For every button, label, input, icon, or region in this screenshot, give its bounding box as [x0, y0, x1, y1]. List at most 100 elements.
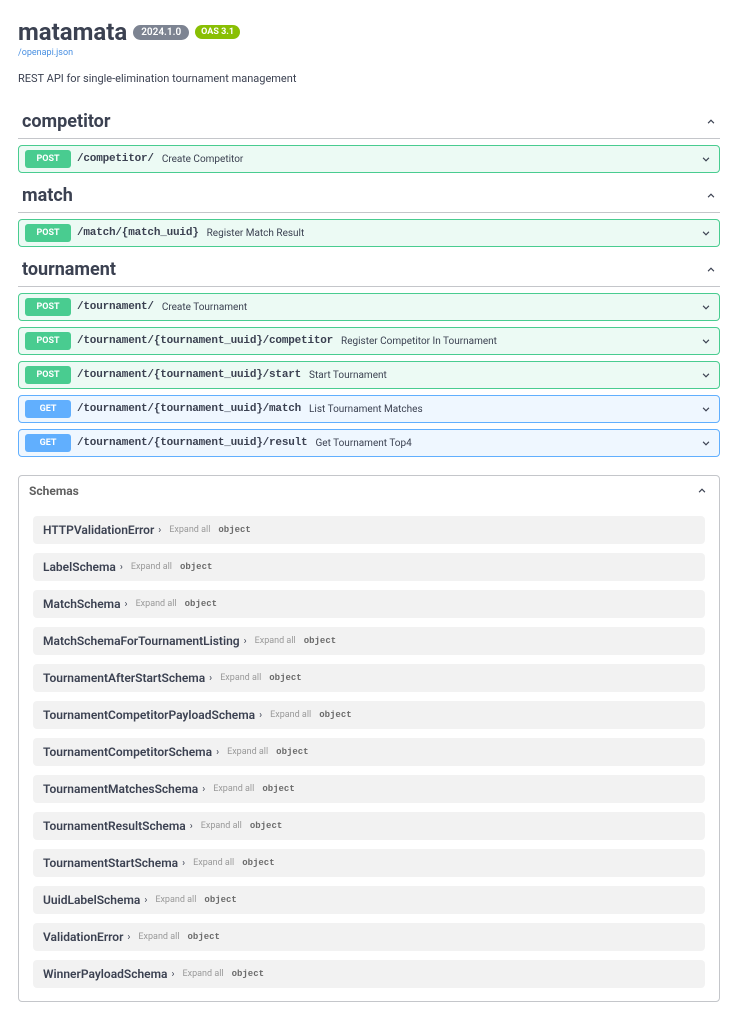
caret-right-icon: ›: [259, 710, 262, 721]
schema-name: WinnerPayloadSchema: [43, 967, 168, 981]
operation-row[interactable]: GET/tournament/{tournament_uuid}/matchLi…: [18, 395, 720, 423]
schema-row[interactable]: TournamentCompetitorPayloadSchema›Expand…: [33, 701, 705, 729]
chevron-down-icon: [699, 152, 713, 166]
caret-right-icon: ›: [120, 562, 123, 573]
endpoint-path: /tournament/{tournament_uuid}/result: [77, 437, 307, 449]
api-title: matamata: [18, 18, 127, 46]
schema-type: object: [204, 895, 236, 905]
api-header: matamata 2024.1.0 OAS 3.1: [18, 18, 720, 46]
schema-row[interactable]: UuidLabelSchema › Expand all object: [33, 886, 705, 914]
schema-row[interactable]: LabelSchema›Expand allobject: [33, 553, 705, 581]
endpoint-summary: Register Competitor In Tournament: [341, 336, 699, 347]
endpoint-path: /tournament/: [77, 301, 154, 313]
schema-type: object: [250, 821, 282, 831]
chevron-up-icon: [704, 263, 718, 277]
schema-type: object: [262, 784, 294, 794]
expand-all-link[interactable]: Expand all: [138, 932, 179, 942]
caret-right-icon: ›: [127, 932, 130, 943]
tag-name: tournament: [22, 259, 116, 280]
schema-row[interactable]: TournamentMatchesSchema › Expand all object: [33, 775, 705, 803]
expand-all-link[interactable]: Expand all: [227, 747, 268, 757]
chevron-down-icon: [699, 300, 713, 314]
caret-right-icon: ›: [158, 525, 161, 536]
schemas-section: Schemas HTTPValidationError›Expand allob…: [18, 475, 720, 1002]
caret-right-icon: ›: [172, 969, 175, 980]
schemas-title: Schemas: [29, 484, 79, 498]
caret-right-icon: ›: [190, 821, 193, 832]
schema-type: object: [276, 747, 308, 757]
tag-toggle[interactable]: match: [18, 179, 720, 213]
expand-all-link[interactable]: Expand all: [201, 821, 242, 831]
schema-row[interactable]: TournamentAfterStartSchema›Expand allobj…: [33, 664, 705, 692]
schema-name: TournamentAfterStartSchema: [43, 671, 205, 685]
caret-right-icon: ›: [216, 747, 219, 758]
expand-all-link[interactable]: Expand all: [255, 636, 296, 646]
tag-section: competitor POST/competitor/Create Competi…: [18, 105, 720, 173]
operation-row[interactable]: POST/competitor/Create Competitor: [18, 145, 720, 173]
schema-row[interactable]: TournamentResultSchema › Expand all object: [33, 812, 705, 840]
http-method-badge: POST: [25, 224, 71, 242]
schema-row[interactable]: MatchSchema › Expand all object: [33, 590, 705, 618]
endpoint-path: /competitor/: [77, 153, 154, 165]
chevron-up-icon: [704, 189, 718, 203]
endpoint-path: /match/{match_uuid}: [77, 227, 199, 239]
http-method-badge: POST: [25, 150, 71, 168]
schema-row[interactable]: TournamentStartSchema›Expand allobject: [33, 849, 705, 877]
chevron-down-icon: [699, 334, 713, 348]
endpoint-path: /tournament/{tournament_uuid}/start: [77, 369, 301, 381]
tag-toggle[interactable]: competitor: [18, 105, 720, 139]
schema-name: TournamentMatchesSchema: [43, 782, 198, 796]
schemas-toggle[interactable]: Schemas: [19, 476, 719, 506]
http-method-badge: POST: [25, 298, 71, 316]
version-badge: 2024.1.0: [133, 25, 189, 40]
endpoint-summary: Start Tournament: [309, 370, 699, 381]
expand-all-link[interactable]: Expand all: [193, 858, 234, 868]
schema-name: TournamentStartSchema: [43, 856, 178, 870]
expand-all-link[interactable]: Expand all: [270, 710, 311, 720]
expand-all-link[interactable]: Expand all: [169, 525, 210, 535]
schema-row[interactable]: ValidationError›Expand allobject: [33, 923, 705, 951]
schema-row[interactable]: HTTPValidationError›Expand allobject: [33, 516, 705, 544]
schema-row[interactable]: TournamentCompetitorSchema›Expand allobj…: [33, 738, 705, 766]
chevron-down-icon: [699, 368, 713, 382]
schema-name: MatchSchema: [43, 597, 121, 611]
schema-name: MatchSchemaForTournamentListing: [43, 634, 240, 648]
caret-right-icon: ›: [125, 599, 128, 610]
endpoint-path: /tournament/{tournament_uuid}/competitor: [77, 335, 333, 347]
operation-row[interactable]: POST/match/{match_uuid} Register Match Re…: [18, 219, 720, 247]
schema-type: object: [180, 562, 212, 572]
operation-row[interactable]: POST/tournament/{tournament_uuid}/compet…: [18, 327, 720, 355]
caret-right-icon: ›: [244, 636, 247, 647]
tag-toggle[interactable]: tournament: [18, 253, 720, 287]
chevron-down-icon: [699, 226, 713, 240]
schema-type: object: [185, 599, 217, 609]
http-method-badge: POST: [25, 332, 71, 350]
endpoint-summary: Register Match Result: [207, 228, 699, 239]
chevron-down-icon: [699, 402, 713, 416]
expand-all-link[interactable]: Expand all: [183, 969, 224, 979]
schema-name: UuidLabelSchema: [43, 893, 140, 907]
schema-row[interactable]: WinnerPayloadSchema›Expand allobject: [33, 960, 705, 988]
spec-link[interactable]: /openapi.json: [18, 48, 720, 58]
caret-right-icon: ›: [144, 895, 147, 906]
tag-section: match POST/match/{match_uuid} Register Mat…: [18, 179, 720, 247]
caret-right-icon: ›: [202, 784, 205, 795]
chevron-down-icon: [699, 436, 713, 450]
schema-row[interactable]: MatchSchemaForTournamentListing › Expand a…: [33, 627, 705, 655]
schema-name: TournamentResultSchema: [43, 819, 186, 833]
api-description: REST API for single-elimination tourname…: [18, 72, 720, 85]
expand-all-link[interactable]: Expand all: [155, 895, 196, 905]
expand-all-link[interactable]: Expand all: [136, 599, 177, 609]
expand-all-link[interactable]: Expand all: [213, 784, 254, 794]
expand-all-link[interactable]: Expand all: [131, 562, 172, 572]
schema-type: object: [188, 932, 220, 942]
operation-row[interactable]: POST/tournament/{tournament_uuid}/start S…: [18, 361, 720, 389]
operation-row[interactable]: POST/tournament/Create Tournament: [18, 293, 720, 321]
operation-row[interactable]: GET/tournament/{tournament_uuid}/resultG…: [18, 429, 720, 457]
expand-all-link[interactable]: Expand all: [220, 673, 261, 683]
http-method-badge: POST: [25, 366, 71, 384]
tag-section: tournament POST/tournament/Create Tournam…: [18, 253, 720, 457]
endpoint-summary: List Tournament Matches: [309, 404, 699, 415]
schema-type: object: [242, 858, 274, 868]
oas-badge: OAS 3.1: [195, 25, 240, 39]
